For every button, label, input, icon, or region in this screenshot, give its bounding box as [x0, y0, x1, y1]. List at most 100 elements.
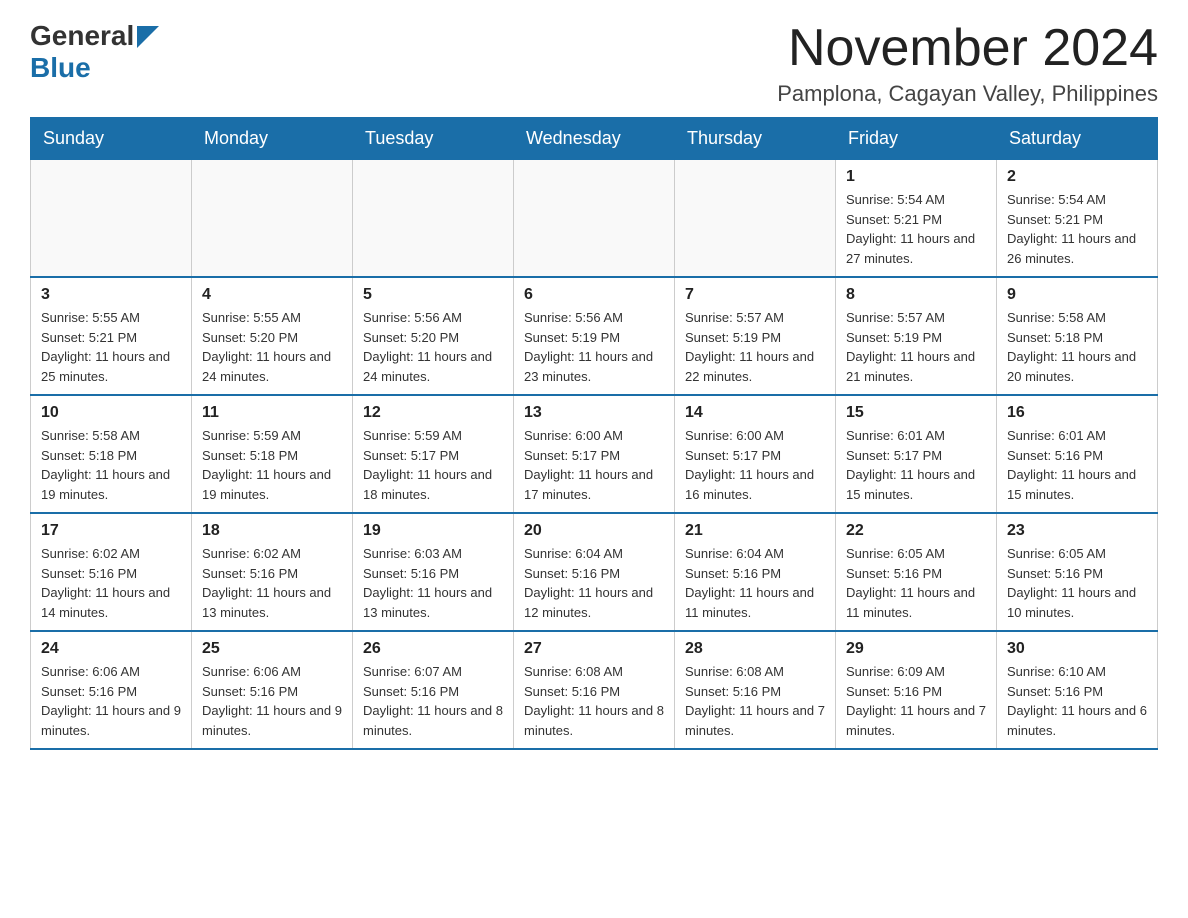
calendar-cell: 18 Sunrise: 6:02 AM Sunset: 5:16 PM Dayli…	[192, 513, 353, 631]
day-number: 11	[202, 404, 342, 422]
day-info: Sunrise: 6:07 AM Sunset: 5:16 PM Dayligh…	[363, 662, 503, 740]
logo-blue-text: Blue	[30, 52, 91, 84]
calendar-cell	[675, 160, 836, 278]
day-info: Sunrise: 6:05 AM Sunset: 5:16 PM Dayligh…	[846, 544, 986, 622]
calendar-cell: 11Sunrise: 5:59 AM Sunset: 5:18 PM Dayli…	[192, 395, 353, 513]
calendar-cell: 5 Sunrise: 5:56 AM Sunset: 5:20 PM Daylig…	[353, 277, 514, 395]
calendar-header: SundayMondayTuesdayWednesdayThursdayFrid…	[31, 118, 1158, 160]
day-number: 17	[41, 522, 181, 540]
day-info: Sunrise: 6:06 AM Sunset: 5:16 PM Dayligh…	[41, 662, 181, 740]
calendar-cell: 17Sunrise: 6:02 AM Sunset: 5:16 PM Dayli…	[31, 513, 192, 631]
calendar-cell	[31, 160, 192, 278]
day-number: 14	[685, 404, 825, 422]
calendar-cell: 14 Sunrise: 6:00 AM Sunset: 5:17 PM Dayli…	[675, 395, 836, 513]
calendar-cell: 21 Sunrise: 6:04 AM Sunset: 5:16 PM Dayli…	[675, 513, 836, 631]
day-number: 5	[363, 286, 503, 304]
calendar-cell: 1 Sunrise: 5:54 AM Sunset: 5:21 PM Daylig…	[836, 160, 997, 278]
calendar-cell: 20 Sunrise: 6:04 AM Sunset: 5:16 PM Dayli…	[514, 513, 675, 631]
day-info: Sunrise: 5:56 AM Sunset: 5:20 PM Dayligh…	[363, 308, 503, 386]
calendar-cell: 7 Sunrise: 5:57 AM Sunset: 5:19 PM Daylig…	[675, 277, 836, 395]
calendar-cell: 6 Sunrise: 5:56 AM Sunset: 5:19 PM Daylig…	[514, 277, 675, 395]
day-info: Sunrise: 5:57 AM Sunset: 5:19 PM Dayligh…	[846, 308, 986, 386]
calendar-cell	[353, 160, 514, 278]
day-info: Sunrise: 6:09 AM Sunset: 5:16 PM Dayligh…	[846, 662, 986, 740]
weekday-header-row: SundayMondayTuesdayWednesdayThursdayFrid…	[31, 118, 1158, 160]
calendar-cell: 4Sunrise: 5:55 AM Sunset: 5:20 PM Daylig…	[192, 277, 353, 395]
calendar-week-1: 1 Sunrise: 5:54 AM Sunset: 5:21 PM Daylig…	[31, 160, 1158, 278]
weekday-header-saturday: Saturday	[997, 118, 1158, 160]
weekday-header-sunday: Sunday	[31, 118, 192, 160]
calendar-week-5: 24 Sunrise: 6:06 AM Sunset: 5:16 PM Dayli…	[31, 631, 1158, 749]
page-header: General Blue November 2024 Pamplona, Cag…	[30, 20, 1158, 107]
calendar-cell: 23 Sunrise: 6:05 AM Sunset: 5:16 PM Dayli…	[997, 513, 1158, 631]
month-title: November 2024	[777, 20, 1158, 77]
day-info: Sunrise: 6:02 AM Sunset: 5:16 PM Dayligh…	[202, 544, 342, 622]
calendar-cell: 2Sunrise: 5:54 AM Sunset: 5:21 PM Daylig…	[997, 160, 1158, 278]
day-info: Sunrise: 5:54 AM Sunset: 5:21 PM Dayligh…	[1007, 190, 1147, 268]
calendar-cell: 19 Sunrise: 6:03 AM Sunset: 5:16 PM Dayli…	[353, 513, 514, 631]
day-info: Sunrise: 6:01 AM Sunset: 5:17 PM Dayligh…	[846, 426, 986, 504]
day-info: Sunrise: 5:56 AM Sunset: 5:19 PM Dayligh…	[524, 308, 664, 386]
calendar-cell: 27 Sunrise: 6:08 AM Sunset: 5:16 PM Dayli…	[514, 631, 675, 749]
calendar-cell: 29 Sunrise: 6:09 AM Sunset: 5:16 PM Dayli…	[836, 631, 997, 749]
calendar-cell: 26 Sunrise: 6:07 AM Sunset: 5:16 PM Dayli…	[353, 631, 514, 749]
calendar-cell: 13 Sunrise: 6:00 AM Sunset: 5:17 PM Dayli…	[514, 395, 675, 513]
day-number: 29	[846, 640, 986, 658]
day-info: Sunrise: 5:55 AM Sunset: 5:20 PM Dayligh…	[202, 308, 342, 386]
day-number: 22	[846, 522, 986, 540]
day-info: Sunrise: 6:05 AM Sunset: 5:16 PM Dayligh…	[1007, 544, 1147, 622]
day-number: 8	[846, 286, 986, 304]
calendar-week-2: 3 Sunrise: 5:55 AM Sunset: 5:21 PM Daylig…	[31, 277, 1158, 395]
calendar-week-4: 17 Sunrise: 6:02 AM Sunset: 5:16 PM Dayli…	[31, 513, 1158, 631]
day-info: Sunrise: 5:57 AM Sunset: 5:19 PM Dayligh…	[685, 308, 825, 386]
calendar-week-3: 10Sunrise: 5:58 AM Sunset: 5:18 PM Dayli…	[31, 395, 1158, 513]
day-number: 24	[41, 640, 181, 658]
calendar-cell: 15Sunrise: 6:01 AM Sunset: 5:17 PM Dayli…	[836, 395, 997, 513]
day-info: Sunrise: 5:54 AM Sunset: 5:21 PM Dayligh…	[846, 190, 986, 268]
day-info: Sunrise: 6:04 AM Sunset: 5:16 PM Dayligh…	[685, 544, 825, 622]
day-number: 25	[202, 640, 342, 658]
day-info: Sunrise: 6:08 AM Sunset: 5:16 PM Dayligh…	[685, 662, 825, 740]
day-info: Sunrise: 5:55 AM Sunset: 5:21 PM Dayligh…	[41, 308, 181, 386]
day-number: 6	[524, 286, 664, 304]
weekday-header-thursday: Thursday	[675, 118, 836, 160]
day-number: 1	[846, 168, 986, 186]
day-info: Sunrise: 5:58 AM Sunset: 5:18 PM Dayligh…	[41, 426, 181, 504]
day-number: 19	[363, 522, 503, 540]
title-area: November 2024 Pamplona, Cagayan Valley, …	[777, 20, 1158, 107]
day-number: 21	[685, 522, 825, 540]
day-number: 13	[524, 404, 664, 422]
day-number: 20	[524, 522, 664, 540]
weekday-header-friday: Friday	[836, 118, 997, 160]
calendar-cell: 3 Sunrise: 5:55 AM Sunset: 5:21 PM Daylig…	[31, 277, 192, 395]
day-info: Sunrise: 6:03 AM Sunset: 5:16 PM Dayligh…	[363, 544, 503, 622]
day-info: Sunrise: 6:08 AM Sunset: 5:16 PM Dayligh…	[524, 662, 664, 740]
day-number: 26	[363, 640, 503, 658]
weekday-header-tuesday: Tuesday	[353, 118, 514, 160]
day-info: Sunrise: 6:04 AM Sunset: 5:16 PM Dayligh…	[524, 544, 664, 622]
day-info: Sunrise: 6:00 AM Sunset: 5:17 PM Dayligh…	[685, 426, 825, 504]
calendar-cell	[192, 160, 353, 278]
day-number: 18	[202, 522, 342, 540]
day-info: Sunrise: 6:00 AM Sunset: 5:17 PM Dayligh…	[524, 426, 664, 504]
day-number: 7	[685, 286, 825, 304]
day-info: Sunrise: 6:06 AM Sunset: 5:16 PM Dayligh…	[202, 662, 342, 740]
logo-general-text: General	[30, 20, 134, 52]
day-number: 28	[685, 640, 825, 658]
calendar-cell: 12Sunrise: 5:59 AM Sunset: 5:17 PM Dayli…	[353, 395, 514, 513]
day-number: 3	[41, 286, 181, 304]
day-info: Sunrise: 5:58 AM Sunset: 5:18 PM Dayligh…	[1007, 308, 1147, 386]
day-info: Sunrise: 6:10 AM Sunset: 5:16 PM Dayligh…	[1007, 662, 1147, 740]
weekday-header-wednesday: Wednesday	[514, 118, 675, 160]
calendar-cell: 22 Sunrise: 6:05 AM Sunset: 5:16 PM Dayli…	[836, 513, 997, 631]
calendar-table: SundayMondayTuesdayWednesdayThursdayFrid…	[30, 117, 1158, 750]
weekday-header-monday: Monday	[192, 118, 353, 160]
logo: General Blue	[30, 20, 159, 84]
day-number: 27	[524, 640, 664, 658]
calendar-cell: 25 Sunrise: 6:06 AM Sunset: 5:16 PM Dayli…	[192, 631, 353, 749]
logo-triangle-icon	[137, 26, 159, 48]
day-number: 23	[1007, 522, 1147, 540]
calendar-cell: 16Sunrise: 6:01 AM Sunset: 5:16 PM Dayli…	[997, 395, 1158, 513]
calendar-cell: 10Sunrise: 5:58 AM Sunset: 5:18 PM Dayli…	[31, 395, 192, 513]
calendar-cell: 8 Sunrise: 5:57 AM Sunset: 5:19 PM Daylig…	[836, 277, 997, 395]
